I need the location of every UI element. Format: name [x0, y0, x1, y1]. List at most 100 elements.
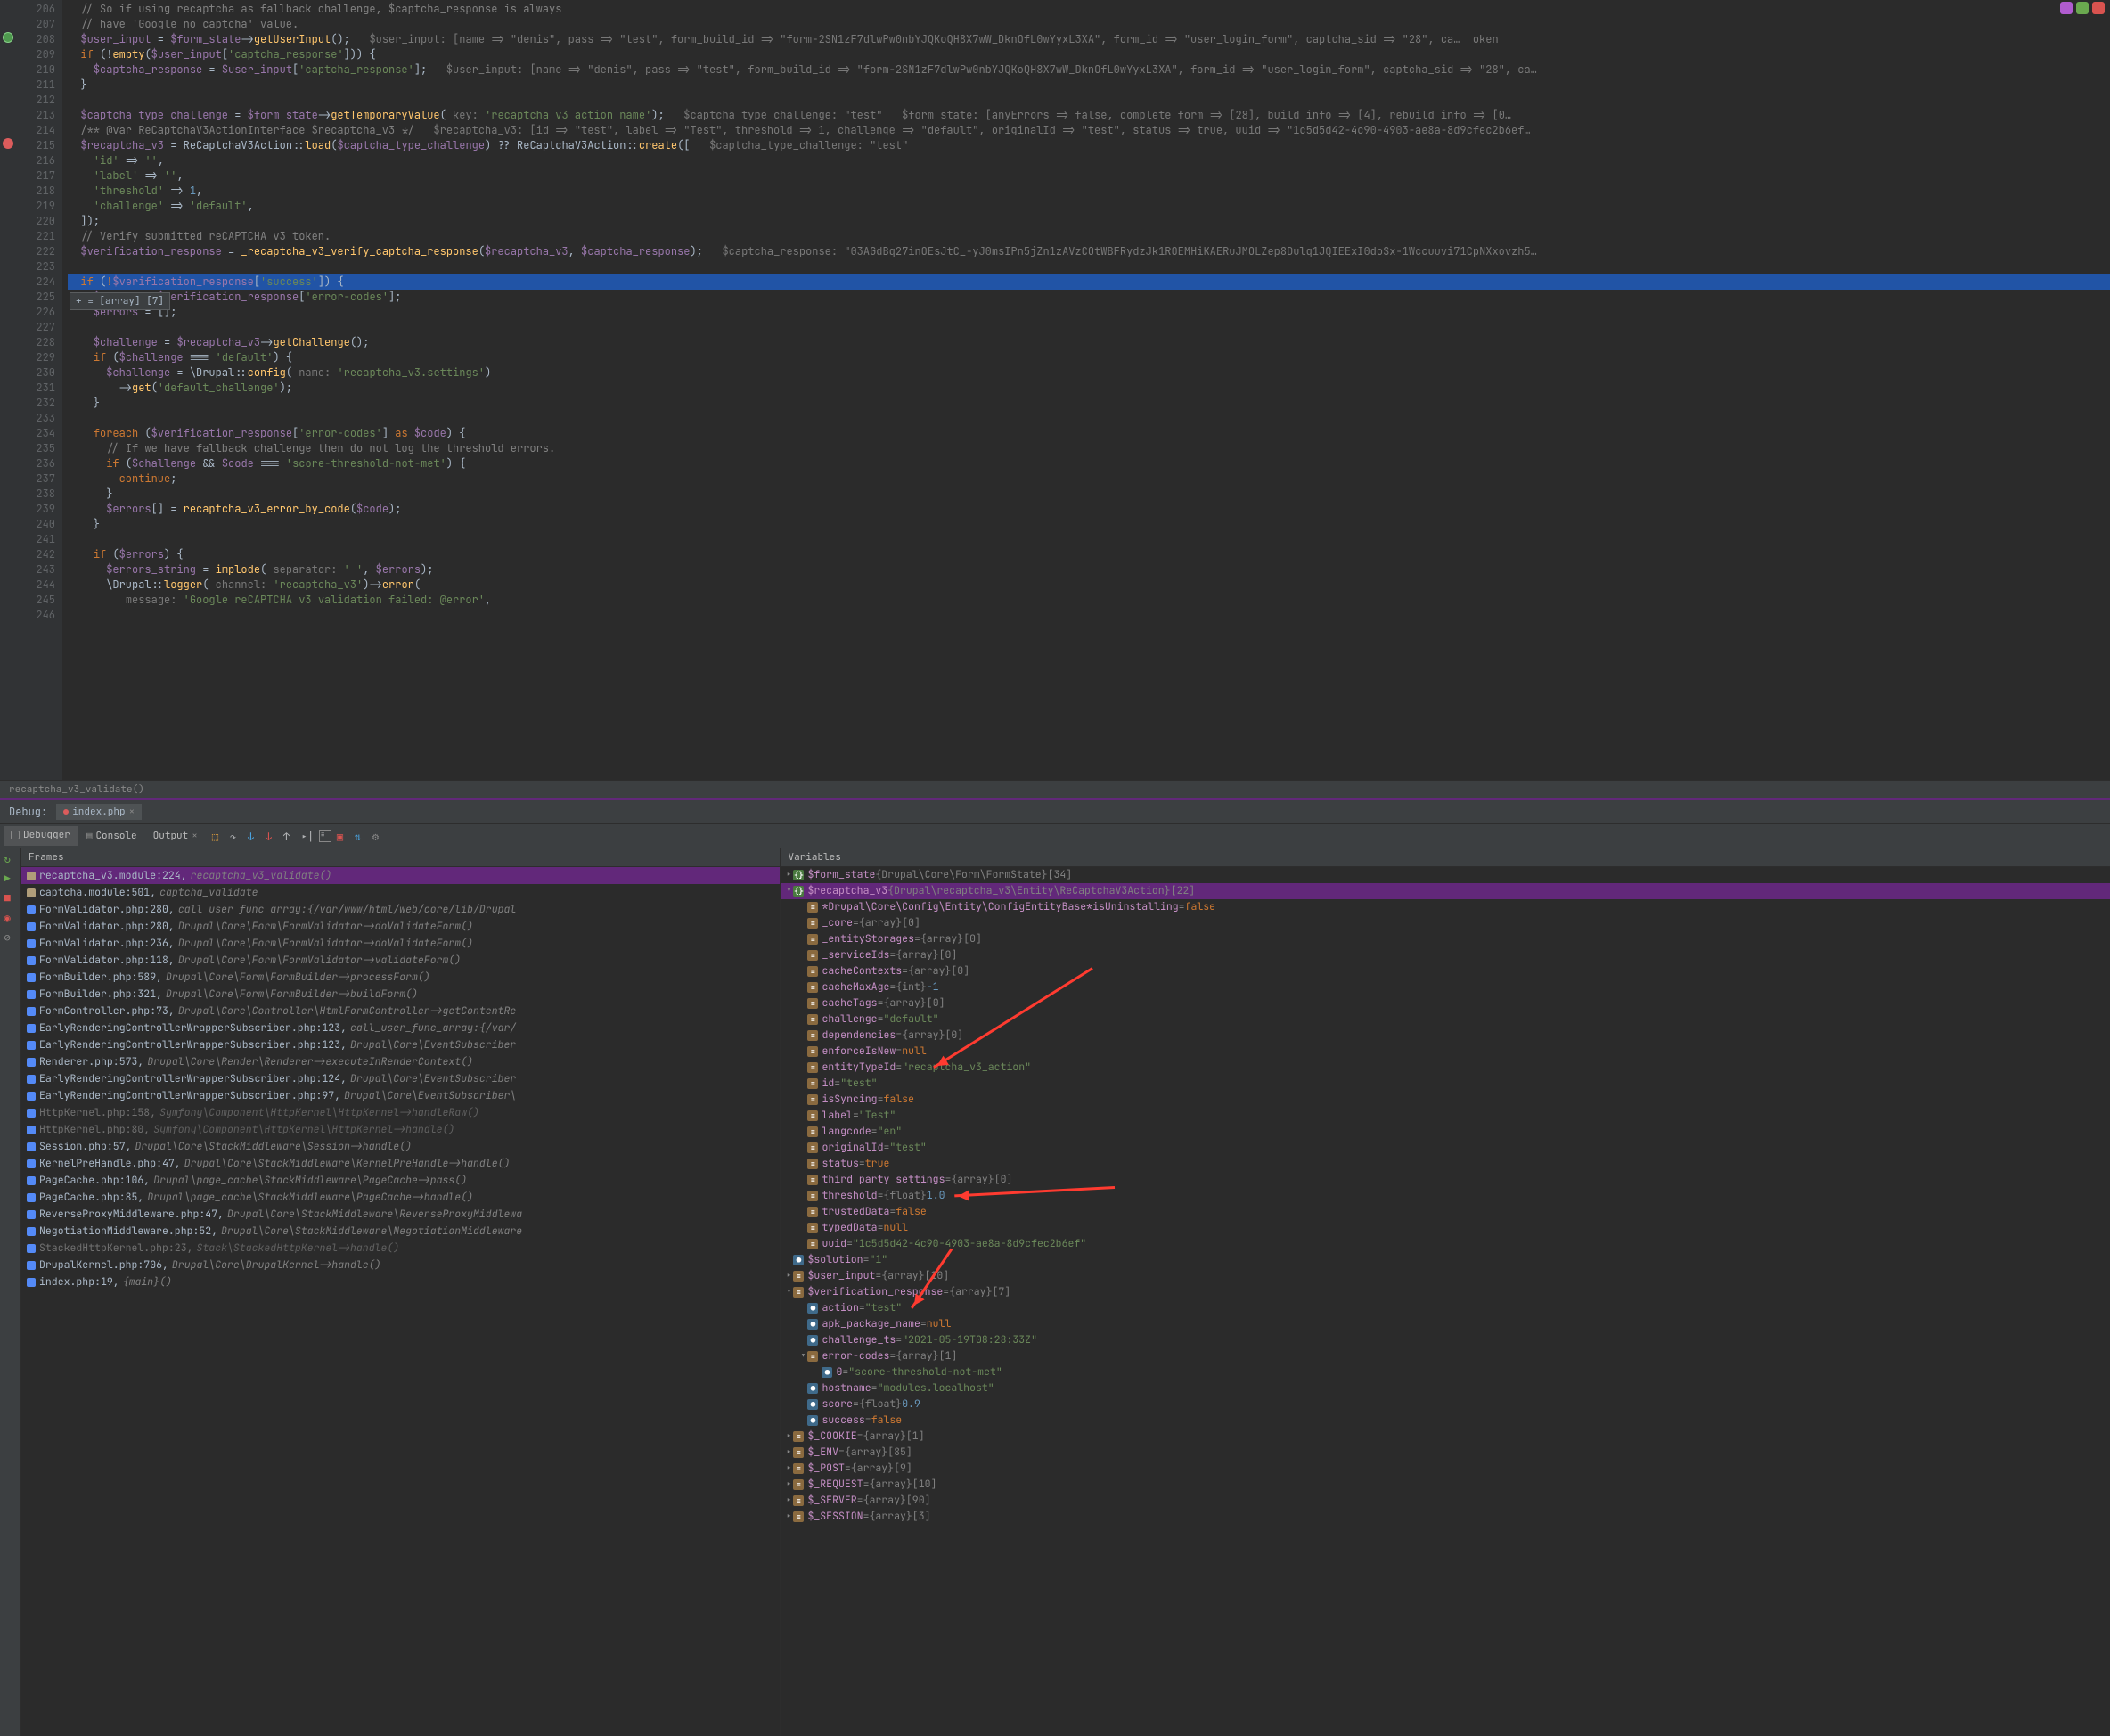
code-content[interactable]: // So if using recaptcha as fallback cha… [62, 0, 2110, 780]
variable-node[interactable]: ≡originalId = "test" [781, 1140, 2110, 1156]
stack-frame[interactable]: PageCache.php:106, Drupal\page_cache\Sta… [21, 1172, 780, 1189]
expand-arrow-icon[interactable] [798, 1413, 807, 1428]
stack-frame[interactable]: recaptcha_v3.module:224, recaptcha_v3_va… [21, 867, 780, 884]
expand-arrow-icon[interactable] [798, 1012, 807, 1027]
variable-node[interactable]: ●success = false [781, 1413, 2110, 1429]
expand-arrow-icon[interactable] [798, 1109, 807, 1123]
stack-frame[interactable]: EarlyRenderingControllerWrapperSubscribe… [21, 1070, 780, 1087]
expand-arrow-icon[interactable]: ▸ [784, 1269, 793, 1283]
variable-node[interactable]: ▸≡$_POST = {array} [9] [781, 1461, 2110, 1477]
variable-node[interactable]: ●$solution = "1" [781, 1252, 2110, 1268]
expand-arrow-icon[interactable] [798, 1205, 807, 1219]
show-execution-point-icon[interactable]: ⬚ [212, 830, 225, 842]
expand-arrow-icon[interactable] [798, 1189, 807, 1203]
variable-node[interactable]: ≡threshold = {float} 1.0 [781, 1188, 2110, 1204]
variable-node[interactable]: ≡_entityStorages = {array} [0] [781, 931, 2110, 947]
expand-arrow-icon[interactable] [798, 1060, 807, 1075]
variable-node[interactable]: ▸≡$_REQUEST = {array} [10] [781, 1477, 2110, 1493]
step-over-icon[interactable]: ↷ [230, 830, 242, 842]
variable-node[interactable]: ▾{}$recaptcha_v3{Drupal\recaptcha_v3\Ent… [781, 883, 2110, 899]
code-editor[interactable]: 2062072082092102112122132142152162172182… [0, 0, 2110, 780]
mute-breakpoints-icon[interactable]: ⊘ [4, 930, 17, 943]
variable-node[interactable]: ≡dependencies = {array} [0] [781, 1028, 2110, 1044]
settings-icon[interactable]: ⚙ [372, 830, 385, 842]
expand-arrow-icon[interactable]: ▸ [784, 1445, 793, 1460]
expand-arrow-icon[interactable] [798, 1237, 807, 1251]
stack-frame[interactable]: EarlyRenderingControllerWrapperSubscribe… [21, 1036, 780, 1053]
variable-node[interactable]: ≡challenge = "default" [781, 1011, 2110, 1028]
expand-arrow-icon[interactable]: ▸ [784, 868, 793, 882]
evaluate-expression-icon[interactable]: ≡ [319, 830, 331, 842]
sort-icon[interactable]: ⇅ [355, 830, 367, 842]
expand-arrow-icon[interactable] [798, 916, 807, 930]
view-breakpoints-icon[interactable]: ◉ [4, 911, 17, 923]
expand-arrow-icon[interactable]: ▸ [784, 1462, 793, 1476]
expand-arrow-icon[interactable] [798, 1397, 807, 1412]
stack-frame[interactable]: EarlyRenderingControllerWrapperSubscribe… [21, 1019, 780, 1036]
variable-node[interactable]: ≡_core = {array} [0] [781, 915, 2110, 931]
expand-arrow-icon[interactable]: ▸ [784, 1494, 793, 1508]
variable-node[interactable]: ▸≡$_ENV = {array} [85] [781, 1445, 2110, 1461]
variable-node[interactable]: ≡typedData = null [781, 1220, 2110, 1236]
variable-node[interactable]: ▾≡$verification_response = {array} [7] [781, 1284, 2110, 1300]
expand-arrow-icon[interactable] [798, 1093, 807, 1107]
stack-frame[interactable]: FormValidator.php:280, Drupal\Core\Form\… [21, 918, 780, 935]
stack-frame[interactable]: DrupalKernel.php:706, Drupal\Core\Drupal… [21, 1257, 780, 1273]
expand-arrow-icon[interactable] [798, 1028, 807, 1043]
variables-tree[interactable]: ▸{}$form_state{Drupal\Core\Form\FormStat… [781, 867, 2110, 1736]
variable-node[interactable]: ≡cacheContexts = {array} [0] [781, 963, 2110, 979]
stack-frame[interactable]: FormValidator.php:236, Drupal\Core\Form\… [21, 935, 780, 952]
stack-frame[interactable]: PageCache.php:85, Drupal\page_cache\Stac… [21, 1189, 780, 1206]
stack-frame[interactable]: NegotiationMiddleware.php:52, Drupal\Cor… [21, 1223, 780, 1240]
variable-node[interactable]: ▸≡$_SESSION = {array} [3] [781, 1509, 2110, 1525]
variable-node[interactable]: ≡label = "Test" [781, 1108, 2110, 1124]
variable-node[interactable]: ≡enforceIsNew = null [781, 1044, 2110, 1060]
expand-arrow-icon[interactable] [798, 1141, 807, 1155]
stack-frame[interactable]: Session.php:57, Drupal\Core\StackMiddlew… [21, 1138, 780, 1155]
stack-frame[interactable]: FormController.php:73, Drupal\Core\Contr… [21, 1003, 780, 1019]
step-out-icon[interactable]: ↑ [283, 830, 296, 842]
expand-arrow-icon[interactable] [798, 1301, 807, 1315]
stack-frame[interactable]: KernelPreHandle.php:47, Drupal\Core\Stac… [21, 1155, 780, 1172]
expand-arrow-icon[interactable] [798, 980, 807, 995]
resume-icon[interactable]: ▶ [4, 872, 17, 884]
variable-node[interactable]: ≡id = "test" [781, 1076, 2110, 1092]
tab-console[interactable]: ▤ Console [79, 827, 144, 845]
variable-node[interactable]: ≡cacheTags = {array} [0] [781, 995, 2110, 1011]
stack-frame[interactable]: FormBuilder.php:589, Drupal\Core\Form\Fo… [21, 969, 780, 986]
variable-node[interactable]: ≡status = true [781, 1156, 2110, 1172]
variable-node[interactable]: ▾≡error-codes = {array} [1] [781, 1348, 2110, 1364]
variable-node[interactable]: ≡isSyncing = false [781, 1092, 2110, 1108]
stack-frame[interactable]: HttpKernel.php:80, Symfony\Component\Htt… [21, 1121, 780, 1138]
variable-node[interactable]: ▸≡$user_input = {array} [10] [781, 1268, 2110, 1284]
frames-list[interactable]: recaptcha_v3.module:224, recaptcha_v3_va… [21, 867, 780, 1736]
stack-frame[interactable]: EarlyRenderingControllerWrapperSubscribe… [21, 1087, 780, 1104]
expand-arrow-icon[interactable] [813, 1365, 822, 1380]
tab-debugger[interactable]: Debugger [4, 826, 78, 846]
tab-output[interactable]: Output × [146, 827, 205, 845]
expand-arrow-icon[interactable] [784, 1253, 793, 1267]
close-icon[interactable]: × [129, 806, 135, 818]
expand-arrow-icon[interactable] [798, 1381, 807, 1396]
variable-node[interactable]: ≡third_party_settings = {array} [0] [781, 1172, 2110, 1188]
expand-arrow-icon[interactable] [798, 996, 807, 1011]
variable-node[interactable]: ≡uuid = "1c5d5d42-4c90-4903-ae8a-8d9cfec… [781, 1236, 2110, 1252]
stack-frame[interactable]: StackedHttpKernel.php:23, Stack\StackedH… [21, 1240, 780, 1257]
expand-arrow-icon[interactable]: ▾ [798, 1349, 807, 1363]
expand-arrow-icon[interactable] [798, 932, 807, 946]
expand-arrow-icon[interactable]: ▸ [784, 1510, 793, 1524]
expand-arrow-icon[interactable] [798, 1333, 807, 1347]
trace-icon[interactable]: ▣ [337, 830, 349, 842]
variable-node[interactable]: ●challenge_ts = "2021-05-19T08:28:33Z" [781, 1332, 2110, 1348]
variable-node[interactable]: ▸{}$form_state{Drupal\Core\Form\FormStat… [781, 867, 2110, 883]
expand-arrow-icon[interactable] [798, 1317, 807, 1331]
expand-arrow-icon[interactable] [798, 900, 807, 914]
variable-node[interactable]: ≡entityTypeId = "recaptcha_v3_action" [781, 1060, 2110, 1076]
expand-arrow-icon[interactable] [798, 1077, 807, 1091]
variable-node[interactable]: ●score = {float} 0.9 [781, 1396, 2110, 1413]
expand-arrow-icon[interactable]: ▾ [784, 884, 793, 898]
variable-node[interactable]: ●action = "test" [781, 1300, 2110, 1316]
expand-arrow-icon[interactable] [798, 1044, 807, 1059]
expand-arrow-icon[interactable]: ▸ [784, 1478, 793, 1492]
variable-node[interactable]: ≡*Drupal\Core\Config\Entity\ConfigEntity… [781, 899, 2110, 915]
